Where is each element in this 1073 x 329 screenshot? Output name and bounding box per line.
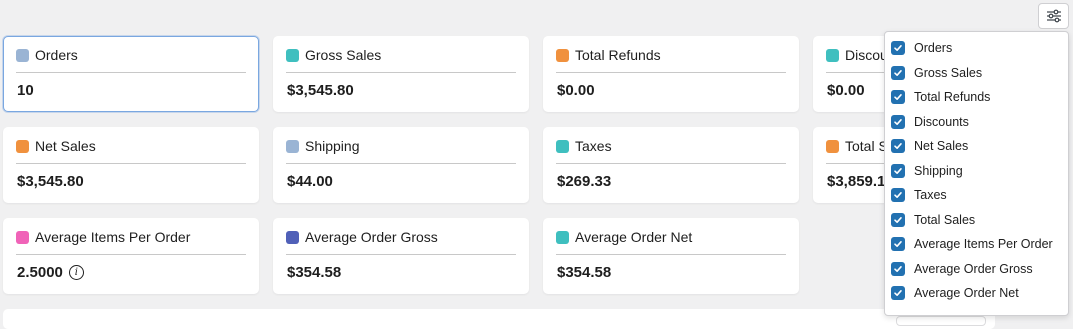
stat-label: Average Order Gross bbox=[305, 229, 438, 245]
stat-label: Average Order Net bbox=[575, 229, 693, 245]
stat-label: Gross Sales bbox=[305, 47, 382, 63]
stat-label: Total Refunds bbox=[575, 47, 661, 63]
bottom-panel-control[interactable] bbox=[896, 316, 986, 326]
color-swatch bbox=[16, 140, 29, 153]
menu-option-gross-sales[interactable]: Gross Sales bbox=[891, 64, 982, 82]
checkbox-checked-icon[interactable] bbox=[891, 90, 905, 104]
stat-label: Average Items Per Order bbox=[35, 229, 191, 245]
stat-label: Net Sales bbox=[35, 138, 96, 154]
menu-option-label: Average Order Net bbox=[914, 286, 1019, 300]
menu-option-net-sales[interactable]: Net Sales bbox=[891, 137, 968, 155]
stat-card-orders[interactable]: Orders 10 bbox=[3, 36, 259, 112]
stat-label: Total S bbox=[845, 138, 888, 154]
stat-value: 2.5000 i bbox=[17, 264, 84, 281]
menu-option-taxes[interactable]: Taxes bbox=[891, 186, 947, 204]
menu-option-label: Average Order Gross bbox=[914, 261, 1033, 276]
stat-card-header: Average Items Per Order bbox=[16, 229, 246, 255]
stat-card-total-refunds[interactable]: Total Refunds $0.00 bbox=[543, 36, 799, 112]
stat-value: $3,859.1 bbox=[827, 173, 886, 190]
color-swatch bbox=[556, 231, 569, 244]
color-swatch bbox=[826, 140, 839, 153]
stat-card-gross-sales[interactable]: Gross Sales $3,545.80 bbox=[273, 36, 529, 112]
menu-option-average-order-gross[interactable]: Average Order Gross bbox=[891, 260, 1033, 278]
color-swatch bbox=[286, 49, 299, 62]
menu-option-label: Orders bbox=[914, 41, 953, 55]
stat-value: $0.00 bbox=[557, 82, 595, 99]
column-settings-button[interactable] bbox=[1038, 3, 1069, 29]
stat-label: Discou bbox=[845, 47, 888, 63]
color-swatch bbox=[556, 140, 569, 153]
stat-label: Shipping bbox=[305, 138, 360, 154]
stat-card-header: Gross Sales bbox=[286, 47, 516, 73]
stat-value: $269.33 bbox=[557, 173, 612, 190]
checkbox-checked-icon[interactable] bbox=[891, 286, 905, 300]
menu-option-average-items-per-order[interactable]: Average Items Per Order bbox=[891, 235, 1053, 253]
color-swatch bbox=[286, 231, 299, 244]
color-swatch bbox=[16, 49, 29, 62]
menu-option-label: Net Sales bbox=[914, 139, 969, 153]
stat-card-header: Net Sales bbox=[16, 138, 246, 164]
checkbox-checked-icon[interactable] bbox=[891, 65, 905, 80]
stat-value: $354.58 bbox=[287, 264, 342, 281]
menu-option-label: Total Refunds bbox=[914, 90, 991, 104]
menu-option-total-sales[interactable]: Total Sales bbox=[891, 211, 975, 229]
sliders-icon bbox=[1046, 9, 1061, 23]
bottom-panel bbox=[3, 309, 995, 329]
stat-card-header: Shipping bbox=[286, 138, 516, 164]
info-icon[interactable]: i bbox=[68, 265, 84, 280]
menu-option-total-refunds[interactable]: Total Refunds bbox=[891, 88, 990, 106]
menu-option-label: Discounts bbox=[914, 114, 969, 129]
stat-card-header: Average Order Net bbox=[556, 229, 786, 255]
stat-value: 10 bbox=[17, 82, 34, 99]
stat-value: $3,545.80 bbox=[287, 82, 354, 99]
menu-option-label: Average Items Per Order bbox=[914, 237, 1053, 251]
checkbox-checked-icon[interactable] bbox=[891, 212, 905, 227]
menu-option-label: Total Sales bbox=[914, 212, 976, 227]
stat-card-average-order-gross[interactable]: Average Order Gross $354.58 bbox=[273, 218, 529, 294]
menu-option-average-order-net[interactable]: Average Order Net bbox=[891, 284, 1019, 302]
stat-label: Taxes bbox=[575, 138, 612, 154]
checkbox-checked-icon[interactable] bbox=[891, 261, 905, 276]
stat-card-header: Taxes bbox=[556, 138, 786, 164]
menu-option-discounts[interactable]: Discounts bbox=[891, 113, 969, 131]
stat-card-average-items-per-order[interactable]: Average Items Per Order 2.5000 i bbox=[3, 218, 259, 294]
column-visibility-menu: Orders Gross Sales Total Refunds Discoun… bbox=[884, 31, 1069, 316]
color-swatch bbox=[826, 49, 839, 62]
color-swatch bbox=[286, 140, 299, 153]
checkbox-checked-icon[interactable] bbox=[891, 114, 905, 129]
menu-option-label: Gross Sales bbox=[914, 65, 983, 80]
stat-value: $3,545.80 bbox=[17, 173, 84, 190]
menu-option-orders[interactable]: Orders bbox=[891, 39, 952, 57]
checkbox-checked-icon[interactable] bbox=[891, 163, 905, 178]
stat-label: Orders bbox=[35, 47, 78, 63]
stat-value: $354.58 bbox=[557, 264, 612, 281]
color-swatch bbox=[16, 231, 29, 244]
stat-card-header: Orders bbox=[16, 47, 246, 73]
stat-card-net-sales[interactable]: Net Sales $3,545.80 bbox=[3, 127, 259, 203]
stat-value: $44.00 bbox=[287, 173, 333, 190]
stat-card-average-order-net[interactable]: Average Order Net $354.58 bbox=[543, 218, 799, 294]
stat-card-header: Average Order Gross bbox=[286, 229, 516, 255]
menu-option-label: Taxes bbox=[914, 188, 947, 202]
color-swatch bbox=[556, 49, 569, 62]
stat-card-shipping[interactable]: Shipping $44.00 bbox=[273, 127, 529, 203]
menu-option-label: Shipping bbox=[914, 163, 963, 178]
stat-card-header: Total Refunds bbox=[556, 47, 786, 73]
checkbox-checked-icon[interactable] bbox=[891, 41, 905, 55]
checkbox-checked-icon[interactable] bbox=[891, 139, 905, 153]
menu-option-shipping[interactable]: Shipping bbox=[891, 162, 963, 180]
checkbox-checked-icon[interactable] bbox=[891, 188, 905, 202]
checkbox-checked-icon[interactable] bbox=[891, 237, 905, 251]
stat-value: $0.00 bbox=[827, 82, 865, 99]
stat-card-taxes[interactable]: Taxes $269.33 bbox=[543, 127, 799, 203]
